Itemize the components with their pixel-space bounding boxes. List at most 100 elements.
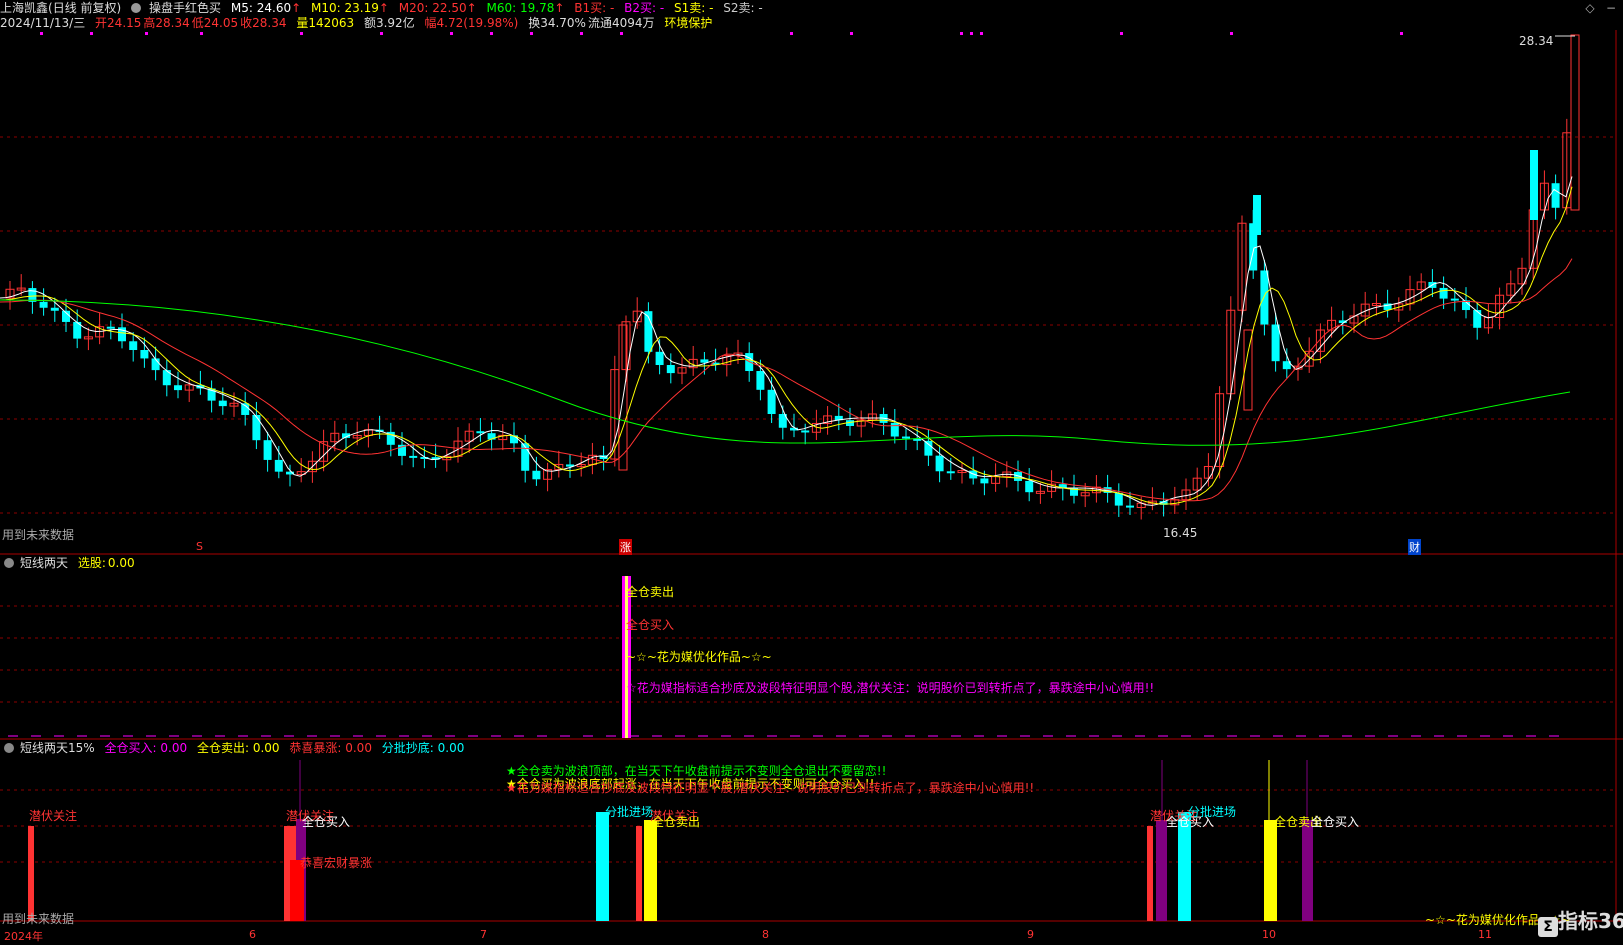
- candle-body: [946, 471, 955, 474]
- legend-full-sell-value: 0.00: [252, 741, 280, 755]
- top-signal-dot: [380, 32, 383, 35]
- top-signal-dot: [580, 32, 583, 35]
- time-axis-label: 7: [480, 928, 487, 941]
- event-marker-cai[interactable]: 财: [1408, 539, 1421, 555]
- select-label: 选股:: [77, 556, 106, 570]
- panel3-toggle-icon[interactable]: [4, 743, 14, 753]
- legend-full-buy-value: 0.00: [160, 741, 188, 755]
- candle-body: [655, 351, 664, 366]
- top-signal-dot: [40, 32, 43, 35]
- top-signal-dot: [450, 32, 453, 35]
- candle-body: [1025, 480, 1034, 493]
- panel3-title[interactable]: 短线两天15%: [20, 741, 95, 755]
- candle-body: [980, 478, 989, 484]
- label-surge: 恭喜宏财暴涨: [300, 856, 373, 870]
- watermark-logo-icon: Σ: [1538, 917, 1558, 937]
- event-marker-s[interactable]: S: [196, 540, 203, 553]
- price-chart-canvas[interactable]: [0, 0, 1623, 945]
- top-signal-dot: [145, 32, 148, 35]
- event-marker-zhang[interactable]: 涨: [619, 539, 632, 555]
- label-watch-1: 潜伏关注: [29, 809, 78, 823]
- candle-body: [174, 385, 182, 391]
- candle-body: [1253, 195, 1261, 235]
- candle-body: [409, 455, 418, 458]
- legend-batch-bottom-value: 0.00: [437, 741, 465, 755]
- select-value: 0.00: [107, 556, 135, 570]
- legend-batch-bottom-label: 分批抄底:: [381, 741, 434, 755]
- legend-full-buy-label: 全仓买入:: [104, 741, 157, 755]
- candle-body: [1271, 324, 1280, 362]
- panel2-toggle-icon[interactable]: [4, 558, 14, 568]
- top-signal-dot: [300, 32, 303, 35]
- max-price-label: 28.34: [1519, 34, 1554, 48]
- panel2-buy-annotation: 全仓买入: [626, 618, 675, 632]
- top-signal-dot: [1120, 32, 1123, 35]
- panel2-sell-annotation: 全仓卖出: [626, 585, 675, 599]
- candle-body: [756, 371, 765, 390]
- candle-body: [767, 389, 776, 415]
- legend-full-sell: 全仓卖出: 0.00: [197, 741, 280, 755]
- top-signal-dot: [980, 32, 983, 35]
- top-signal-dot: [620, 32, 623, 35]
- legend-surge-value: 0.00: [345, 741, 372, 755]
- top-signal-dot: [490, 32, 493, 35]
- top-signal-dot: [530, 32, 533, 35]
- legend-full-buy: 全仓买入: 0.00: [105, 741, 188, 755]
- candle-body: [935, 455, 944, 472]
- candle-body: [252, 414, 261, 441]
- panel3-signal-bar: [644, 820, 657, 921]
- top-signal-dot: [790, 32, 793, 35]
- top-signal-dot: [970, 32, 973, 35]
- candle-body: [39, 301, 48, 308]
- candle-body: [129, 341, 138, 351]
- label-full-buy-1: 全仓买入: [302, 815, 351, 829]
- candle-body: [1530, 150, 1538, 220]
- label-full-sell-1: 全仓卖出: [652, 815, 701, 829]
- time-axis-label: 9: [1027, 928, 1034, 941]
- candle-body: [1260, 270, 1269, 325]
- panel3-future-note: 用到未来数据: [2, 912, 75, 926]
- panel3-signal-bar: [284, 826, 290, 921]
- time-axis-label: 10: [1262, 928, 1276, 941]
- candle-body: [902, 436, 910, 439]
- candle-body: [666, 365, 675, 374]
- candle-body: [106, 326, 115, 329]
- time-axis-label: 8: [762, 928, 769, 941]
- candle-body: [263, 440, 272, 460]
- legend-batch-bottom: 分批抄底: 0.00: [382, 741, 465, 755]
- panel3-signal-bar: [1264, 820, 1277, 921]
- ma5-line: [0, 176, 1573, 506]
- candle-body: [1126, 505, 1134, 508]
- legend-surge-label: 恭喜暴涨:: [289, 741, 342, 755]
- watermark-text: 指标365: [1558, 909, 1623, 933]
- future-data-note: 用到未来数据: [2, 528, 75, 542]
- label-batch-entry-2: 分批进场: [1188, 805, 1237, 819]
- top-signal-dot: [850, 32, 853, 35]
- panel3-signal-bar: [1156, 820, 1167, 921]
- panel2-title[interactable]: 短线两天: [20, 556, 68, 570]
- candle-body: [140, 350, 149, 359]
- panel3-signal-bar: [596, 812, 609, 921]
- time-axis-label: 11: [1478, 928, 1492, 941]
- candle-body: [532, 470, 541, 480]
- top-signal-dot: [1230, 32, 1233, 35]
- ma20-line: [0, 258, 1573, 502]
- candle-body: [1473, 310, 1482, 328]
- panel3-title-row: 短线两天15% 全仓买入: 0.00 全仓卖出: 0.00 恭喜暴涨: 0.00…: [4, 740, 470, 756]
- top-signal-dot: [960, 32, 963, 35]
- time-axis-label: 2024年: [4, 930, 43, 943]
- candle-body: [274, 459, 283, 472]
- min-price-label: 16.45: [1163, 526, 1198, 540]
- label-full-buy-3: 全仓买入: [1311, 815, 1360, 829]
- legend-surge: 恭喜暴涨: 0.00: [289, 741, 372, 755]
- panel2-title-row: 短线两天 选股: 0.00: [4, 555, 141, 571]
- candle-body: [476, 431, 485, 434]
- candle-body: [218, 400, 227, 407]
- candle-body: [890, 422, 899, 437]
- candle-body: [801, 430, 810, 433]
- panel3-signal-bar: [636, 826, 642, 921]
- panel3-note-warning: ★花为媒指标适合抄底及波段特征明显个股,潜伏关注：说明股价已到转折点了，暴跌途中…: [506, 781, 1035, 795]
- ma10-line: [0, 186, 1573, 505]
- watermark: Σ指标365: [1538, 905, 1623, 937]
- top-signal-dot: [200, 32, 203, 35]
